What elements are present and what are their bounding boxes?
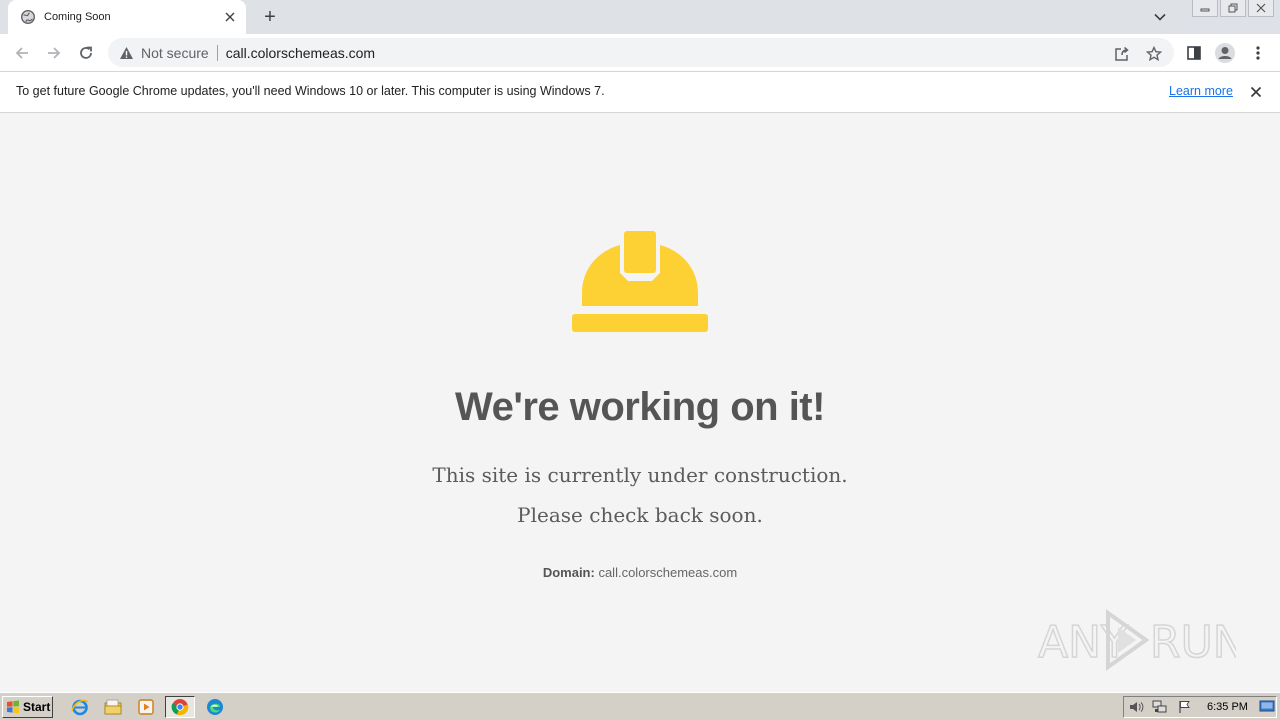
new-tab-button[interactable]: + — [258, 6, 282, 28]
start-label: Start — [23, 700, 51, 714]
side-panel-icon[interactable] — [1182, 41, 1206, 65]
tab-search-chevron-down-icon[interactable] — [1150, 8, 1170, 26]
system-tray — [1123, 696, 1277, 718]
windows-logo-icon — [7, 700, 19, 714]
browser-toolbar: Not secure call.colorschemeas.com — [0, 34, 1280, 72]
infobar-message: To get future Google Chrome updates, you… — [16, 84, 605, 98]
domain-value: call.colorschemeas.com — [598, 565, 738, 580]
reload-button[interactable] — [74, 41, 98, 65]
security-status-label[interactable]: Not secure — [141, 45, 209, 61]
page-headline: We're working on it! — [455, 385, 825, 429]
close-window-button[interactable] — [1248, 0, 1274, 17]
edge-icon[interactable] — [204, 697, 226, 717]
back-button[interactable] — [10, 41, 34, 65]
show-desktop-icon[interactable] — [1259, 698, 1275, 714]
forward-button[interactable] — [42, 41, 66, 65]
share-icon[interactable] — [1110, 42, 1134, 66]
explorer-icon[interactable] — [102, 697, 124, 717]
ie-icon[interactable] — [69, 697, 91, 717]
check-back-message: Please check back soon. — [517, 503, 763, 527]
domain-info: Domain: call.colorschemeas.com — [0, 565, 1280, 580]
media-player-icon[interactable] — [135, 697, 157, 717]
anyrun-watermark-logo: ANY RUN — [1037, 609, 1236, 671]
profile-avatar-icon[interactable] — [1213, 41, 1237, 65]
address-bar[interactable]: Not secure call.colorschemeas.com — [108, 38, 1174, 67]
url-text[interactable]: call.colorschemeas.com — [226, 45, 375, 61]
start-button[interactable]: Start — [2, 696, 53, 718]
learn-more-link[interactable]: Learn more — [1169, 84, 1233, 98]
action-center-flag-icon[interactable] — [1177, 699, 1193, 715]
tab-title: Coming Soon — [44, 11, 111, 23]
window-controls — [1192, 0, 1274, 18]
tab-close-icon[interactable] — [222, 9, 238, 25]
svg-text:RUN: RUN — [1150, 617, 1236, 668]
domain-label: Domain: — [542, 565, 595, 580]
construction-message: This site is currently under constructio… — [432, 463, 848, 487]
update-infobar: To get future Google Chrome updates, you… — [0, 72, 1280, 113]
tab-strip: Coming Soon + — [0, 0, 1280, 34]
hard-hat-icon — [572, 231, 708, 332]
windows-taskbar: Start 6:35 PM — [0, 692, 1280, 720]
chrome-icon[interactable] — [165, 696, 195, 718]
omnibox-divider — [216, 44, 218, 61]
volume-icon[interactable] — [1128, 699, 1144, 715]
taskbar-clock: 6:35 PM — [1207, 701, 1248, 713]
globe-icon — [20, 9, 36, 25]
restore-button[interactable] — [1220, 0, 1246, 17]
page-content: We're working on it! This site is curren… — [0, 113, 1280, 692]
tab-coming-soon[interactable]: Coming Soon — [8, 0, 246, 34]
warning-icon[interactable] — [118, 45, 134, 61]
minimize-button[interactable] — [1192, 0, 1218, 17]
network-icon[interactable] — [1152, 699, 1168, 715]
infobar-close-icon[interactable] — [1247, 83, 1265, 101]
menu-kebab-icon[interactable] — [1246, 41, 1270, 65]
bookmark-star-icon[interactable] — [1142, 42, 1166, 66]
